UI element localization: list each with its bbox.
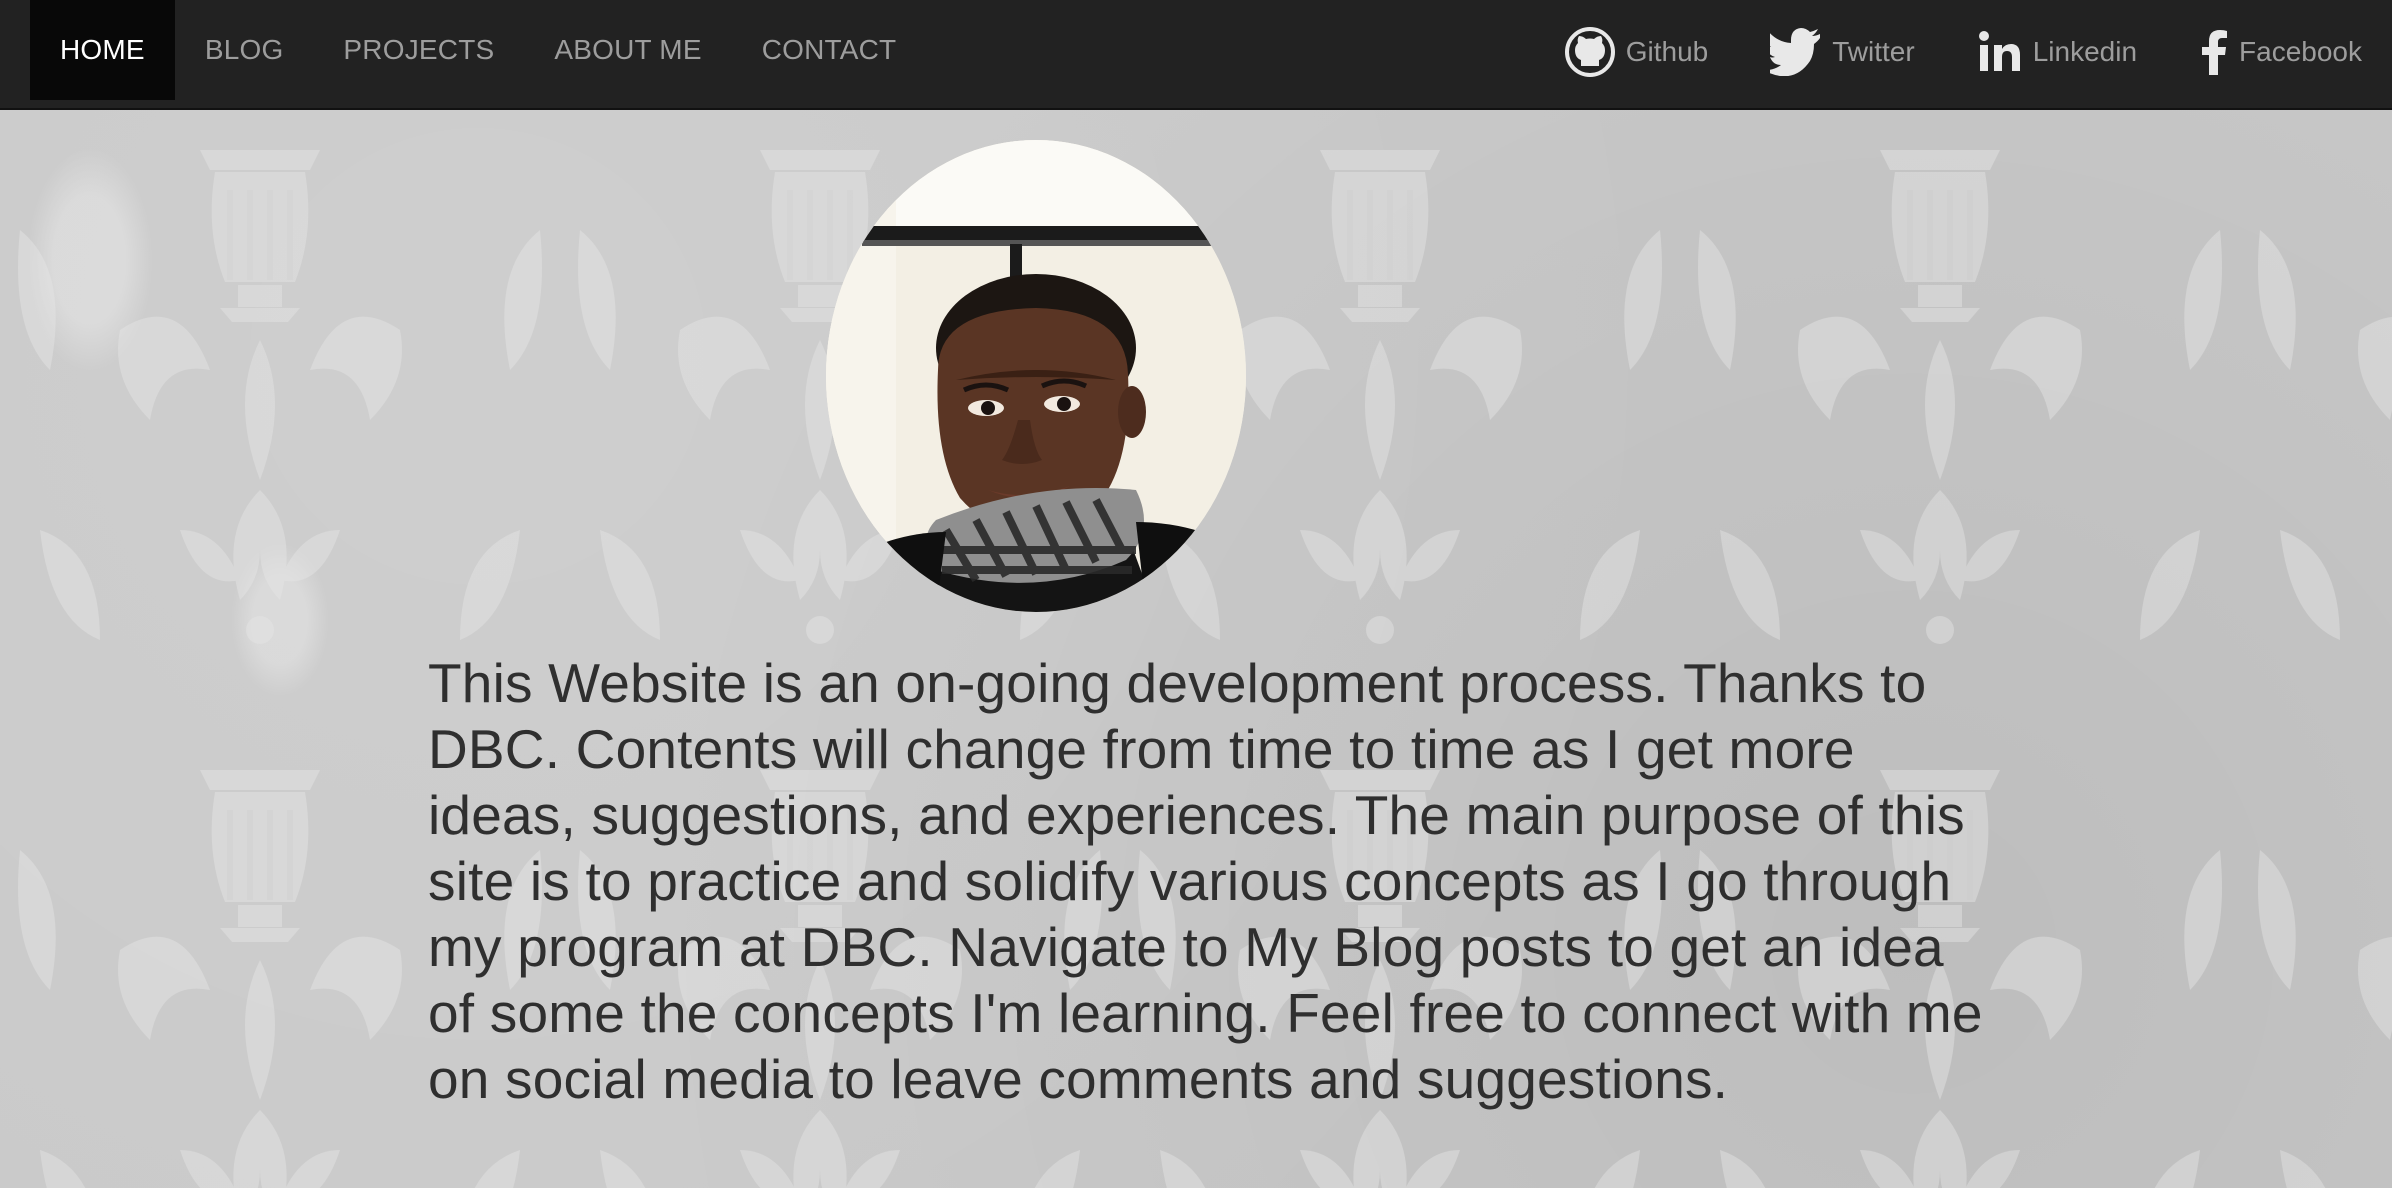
github-link[interactable]: Github xyxy=(1564,26,1709,78)
linkedin-link[interactable]: Linkedin xyxy=(1977,29,2137,75)
facebook-link[interactable]: Facebook xyxy=(2199,29,2362,75)
nav-item-home[interactable]: HOME xyxy=(30,0,175,100)
github-icon xyxy=(1564,27,1615,77)
page: HOME BLOG PROJECTS ABOUT ME CONTACT Gith… xyxy=(0,0,2392,1188)
nav-item-blog[interactable]: BLOG xyxy=(175,0,314,100)
intro-paragraph: This Website is an on-going development … xyxy=(428,652,1983,1110)
twitter-icon xyxy=(1770,28,1821,76)
profile-portrait xyxy=(826,140,1246,612)
twitter-label: Twitter xyxy=(1832,36,1915,67)
top-navbar: HOME BLOG PROJECTS ABOUT ME CONTACT Gith… xyxy=(0,0,2392,110)
social-links: Github Twitter Linkedin Facebook xyxy=(1502,0,2362,104)
nav-item-about-me[interactable]: ABOUT ME xyxy=(524,0,731,100)
primary-nav: HOME BLOG PROJECTS ABOUT ME CONTACT xyxy=(30,0,926,100)
nav-item-contact[interactable]: CONTACT xyxy=(732,0,927,100)
nav-item-projects[interactable]: PROJECTS xyxy=(313,0,524,100)
profile-photo xyxy=(826,140,1246,612)
linkedin-label: Linkedin xyxy=(2032,36,2138,67)
facebook-icon xyxy=(2202,30,2228,75)
twitter-link[interactable]: Twitter xyxy=(1770,28,1915,76)
linkedin-icon xyxy=(1978,31,2020,71)
facebook-label: Facebook xyxy=(2239,36,2362,67)
github-label: Github xyxy=(1625,36,1709,67)
